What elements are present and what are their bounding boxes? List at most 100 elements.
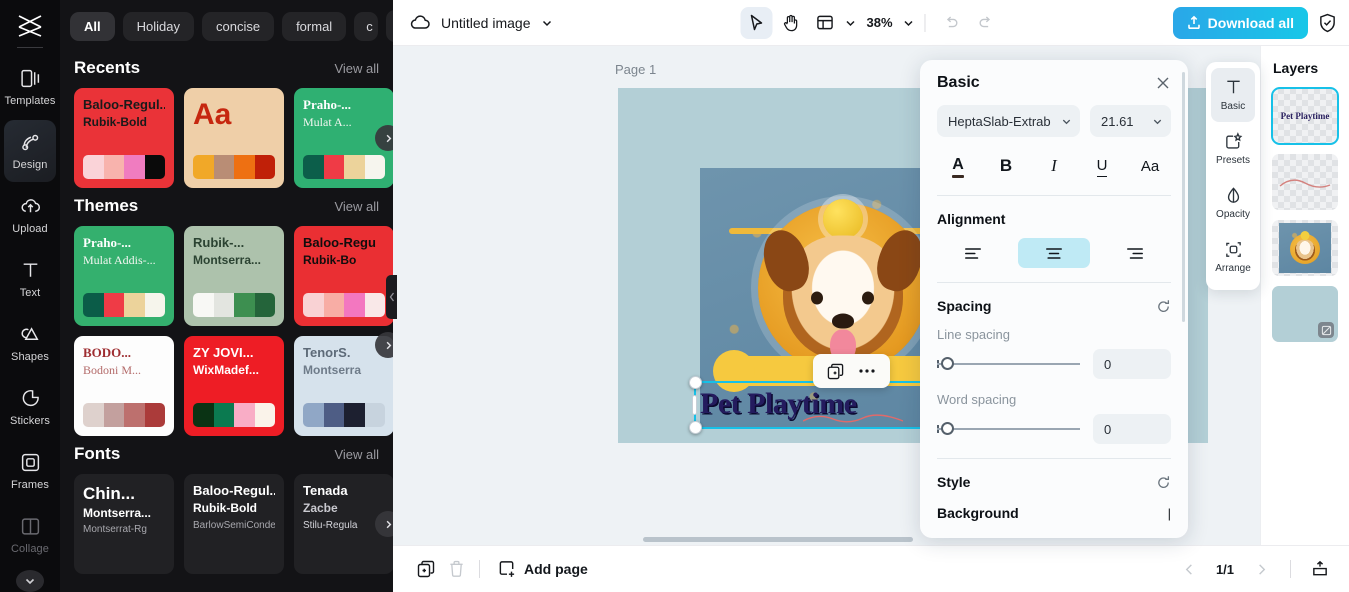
rail-expand-button[interactable] [16,570,44,592]
underline-line [1096,175,1108,178]
swatch [193,155,214,179]
view-all-link[interactable]: View all [334,199,379,214]
page-label: Page 1 [615,62,657,77]
line-spacing-slider[interactable] [937,355,1080,373]
right-tab-label: Presets [1216,155,1250,166]
chevron-left-icon[interactable] [1174,554,1204,584]
right-tab-arrange[interactable]: Arrange [1211,230,1255,284]
preset-card[interactable]: Chin... Montserra... Montserrat-Rg [74,474,174,574]
section-title: Recents [74,58,141,77]
layer-squiggle[interactable] [1272,154,1338,210]
right-tab-opacity[interactable]: Opacity [1211,176,1255,230]
rail-item-shapes[interactable]: Shapes [4,312,56,374]
selection-handle-bottom[interactable] [689,421,702,434]
filter-chip-concise[interactable]: concise [201,11,275,41]
underline-button[interactable]: U [1085,151,1119,181]
properties-scrollbar[interactable] [1182,72,1185,322]
chevron-down-icon [1152,116,1163,127]
canvas-horizontal-scrollbar[interactable] [643,537,913,542]
shield-check-icon[interactable] [1318,13,1337,33]
export-icon[interactable] [1305,554,1335,584]
select-tool[interactable] [740,6,773,39]
italic-button[interactable]: I [1037,151,1071,181]
word-spacing-value[interactable]: 0 [1093,414,1171,444]
duplicate-page-icon[interactable] [411,554,441,584]
align-left-button[interactable] [937,238,1010,268]
preset-card[interactable]: Baloo-Regu Rubik-Bo [294,226,393,326]
preset-card[interactable]: Praho-... Mulat Addis-... [74,226,174,326]
selection-handle-mid[interactable] [692,395,697,415]
font-family-select[interactable]: HeptaSlab-Extrab [937,105,1080,137]
swatch [364,293,385,317]
right-tab-presets[interactable]: Presets [1211,122,1255,176]
filter-chip-formal[interactable]: formal [282,11,347,41]
duplicate-icon[interactable] [827,363,844,380]
view-all-link[interactable]: View all [334,61,379,76]
zoom-level[interactable]: 38% [866,15,892,30]
reset-icon[interactable] [1156,475,1171,490]
capcut-logo-icon[interactable] [10,10,50,41]
word-spacing-row: 0 [937,414,1171,444]
rail-item-collage[interactable]: Collage [4,504,56,566]
more-options-icon[interactable] [858,368,876,374]
line-spacing-row: 0 [937,349,1171,379]
filter-more-button[interactable] [386,10,393,42]
align-right-button[interactable] [1098,238,1171,268]
case-button[interactable]: Aa [1133,151,1167,181]
add-page-button[interactable]: Add page [498,560,588,578]
preset-card[interactable]: ZY JOVI... WixMadef... [184,336,284,436]
download-all-button[interactable]: Download all [1172,6,1308,39]
rail-item-templates[interactable]: Templates [4,56,56,118]
preset-card[interactable]: Baloo-Regul... Rubik-Bold BarlowSemiConden… [184,474,284,574]
reset-icon[interactable] [1156,299,1171,314]
redo-button[interactable] [970,7,1002,39]
rail-item-design[interactable]: Design [4,120,56,183]
view-all-link[interactable]: View all [334,447,379,462]
cloud-icon[interactable] [409,14,431,32]
panel-collapse-handle[interactable] [386,275,397,319]
chevron-down-icon[interactable] [903,17,915,29]
slider-knob[interactable] [941,357,954,370]
card-line-1: ZY JOVI... [193,346,254,360]
preset-card[interactable]: Aa [184,88,284,188]
trash-icon[interactable] [441,554,471,584]
card-line-2: Mulat Addis-... [83,253,156,267]
preset-card[interactable]: Baloo-Regul... Rubik-Bold [74,88,174,188]
rail-item-stickers[interactable]: Stickers [4,376,56,438]
shapes-icon [19,324,41,346]
layer-text[interactable]: Pet Playtime [1271,87,1339,145]
document-title[interactable]: Untitled image [441,15,531,31]
rail-item-text[interactable]: Text [4,248,56,310]
rail-item-frames[interactable]: Frames [4,440,56,502]
right-tab-basic[interactable]: Basic [1211,68,1255,122]
chevron-down-icon[interactable] [844,17,856,29]
font-size-select[interactable]: 21.61 [1090,105,1171,137]
layout-tool[interactable] [808,7,840,39]
rail-item-label: Upload [12,222,48,235]
slider-knob[interactable] [941,422,954,435]
background-toggle[interactable]: | [1168,506,1171,521]
layer-image[interactable] [1272,220,1338,276]
filter-chip-c[interactable]: c [354,11,379,41]
add-page-label: Add page [524,561,588,577]
close-icon[interactable] [1155,75,1171,91]
swatch [103,403,124,427]
preset-card[interactable]: BODO... Bodoni M... [74,336,174,436]
text-color-button[interactable]: A [941,151,975,181]
rail-item-upload[interactable]: Upload [4,184,56,246]
chevron-right-icon[interactable] [1246,554,1276,584]
line-spacing-value[interactable]: 0 [1093,349,1171,379]
dog-nose [831,313,854,328]
word-spacing-slider[interactable] [937,420,1080,438]
chevron-down-icon[interactable] [541,17,553,29]
bold-button[interactable]: B [989,151,1023,181]
preset-card[interactable]: Rubik-... Montserra... [184,226,284,326]
background-row[interactable]: Background | [937,505,1171,521]
undo-button[interactable] [936,7,968,39]
filter-chip-holiday[interactable]: Holiday [122,11,194,41]
selection-handle-top[interactable] [689,376,702,389]
hand-tool[interactable] [774,7,806,39]
align-center-button[interactable] [1017,238,1091,268]
filter-chip-all[interactable]: All [70,11,115,41]
layer-background[interactable] [1272,286,1338,342]
